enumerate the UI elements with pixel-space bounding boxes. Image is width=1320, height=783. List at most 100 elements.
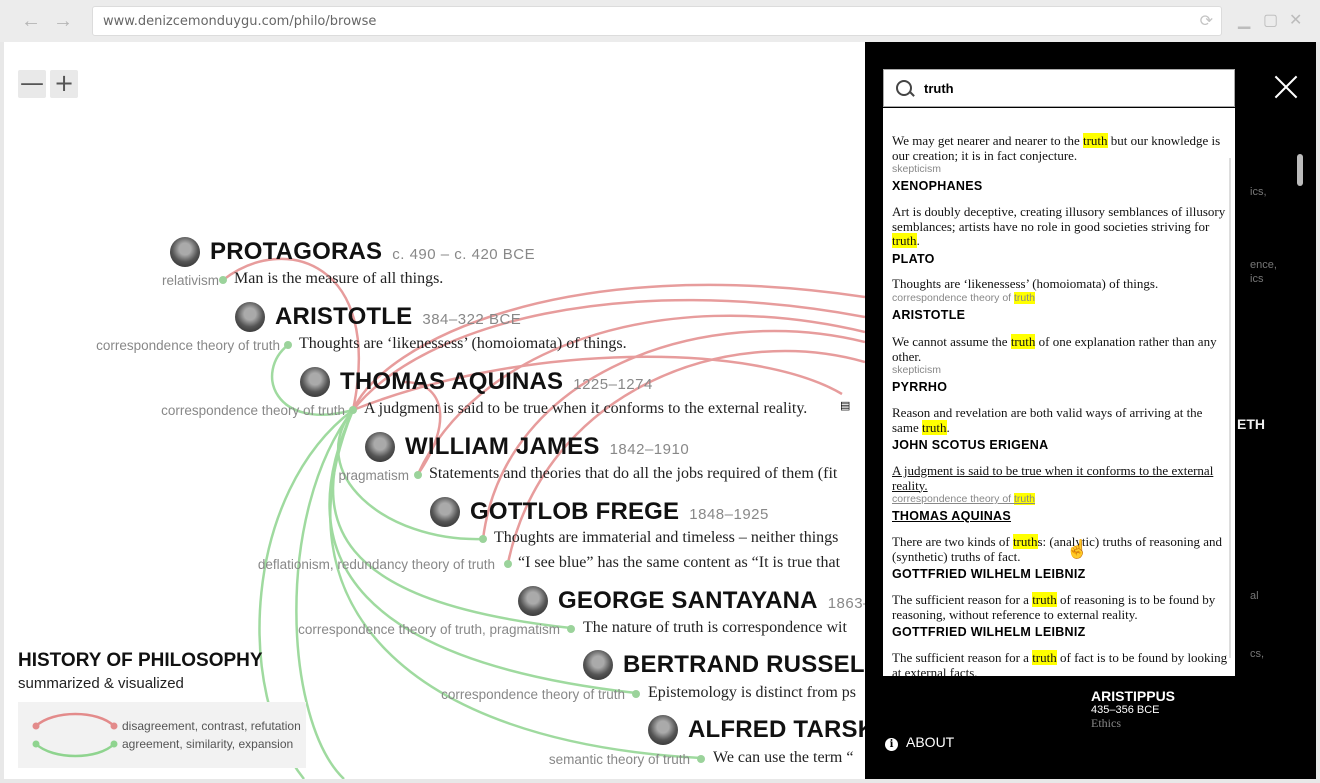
- result-item[interactable]: The sufficient reason for a truth of rea…: [892, 592, 1230, 640]
- philosopher-name: WILLIAM JAMES 1842–1910: [405, 433, 690, 460]
- zoom-in-button[interactable]: +: [50, 70, 78, 98]
- hand-cursor-icon: ☝: [1066, 539, 1089, 559]
- quote-text[interactable]: “I see blue” has the same content as “It…: [518, 554, 840, 572]
- quote-node[interactable]: [349, 406, 357, 414]
- philosopher-dates: c. 490 – c. 420 BCE: [392, 246, 536, 263]
- result-tag: skepticism: [892, 364, 942, 376]
- result-tag: skepticism: [892, 163, 942, 175]
- philosopher-dates: 384–322 BCE: [422, 311, 522, 328]
- philosopher-dates: 1225–1274: [573, 376, 653, 393]
- legend: disagreement, contrast, refutation agree…: [18, 702, 306, 768]
- quote-node[interactable]: [697, 755, 705, 763]
- search-icon: [896, 80, 912, 96]
- info-icon: i: [885, 738, 898, 751]
- book-icon[interactable]: ▤: [840, 399, 850, 412]
- maximize-icon[interactable]: ▢: [1263, 10, 1278, 30]
- quote-node[interactable]: [479, 535, 487, 543]
- quote-text[interactable]: Statements and theories that do all the …: [429, 465, 837, 483]
- avatar: [583, 650, 613, 680]
- avatar: [648, 715, 678, 745]
- search-input[interactable]: truth: [883, 69, 1235, 107]
- quote-tag: correspondence theory of truth: [161, 403, 345, 418]
- forward-arrow-icon[interactable]: →: [52, 10, 74, 32]
- avatar: [365, 432, 395, 462]
- minimize-icon[interactable]: ▁: [1238, 10, 1250, 30]
- background-text: ence,: [1250, 259, 1277, 271]
- panel-scrollbar[interactable]: [1297, 154, 1303, 186]
- legend-agree-label: agreement, similarity, expansion: [122, 737, 294, 751]
- close-window-icon[interactable]: ✕: [1289, 10, 1302, 30]
- quote-node[interactable]: [632, 690, 640, 698]
- result-item-hovered[interactable]: A judgment is said to be true when it co…: [892, 463, 1230, 524]
- philosopher-name: BERTRAND RUSSELL: [623, 651, 880, 678]
- avatar: [170, 237, 200, 267]
- quote-node[interactable]: [567, 625, 575, 633]
- quote-text[interactable]: Man is the measure of all things.: [234, 270, 443, 288]
- site-title[interactable]: HISTORY OF PHILOSOPHY: [18, 650, 263, 672]
- avatar: [430, 497, 460, 527]
- legend-disagree-label: disagreement, contrast, refutation: [122, 719, 301, 733]
- background-text: cs,: [1250, 648, 1265, 660]
- quote-node[interactable]: [504, 560, 512, 568]
- philosopher-name: ALFRED TARSKI: [688, 716, 883, 743]
- result-item[interactable]: Reason and revelation are both valid way…: [892, 405, 1230, 453]
- search-panel: ics, ence, ics ETH al cs, truth We may g…: [865, 42, 1316, 779]
- result-item[interactable]: Art is doubly deceptive, creating illuso…: [892, 204, 1230, 267]
- background-text: ics,: [1250, 186, 1267, 198]
- quote-tag: pragmatism: [338, 468, 409, 483]
- philosopher-name: GEORGE SANTAYANA 1863–19: [558, 587, 890, 614]
- quote-text[interactable]: Thoughts are immaterial and timeless – n…: [494, 529, 838, 547]
- address-bar[interactable]: www.denizcemonduygu.com/philo/browse ⟳: [92, 6, 1222, 36]
- quote-text[interactable]: The nature of truth is correspondence wi…: [583, 619, 847, 637]
- quote-tag: correspondence theory of truth: [96, 338, 280, 353]
- quote-tag: correspondence theory of truth, pragmati…: [298, 622, 560, 637]
- back-arrow-icon[interactable]: ←: [20, 10, 42, 32]
- quote-text[interactable]: Thoughts are ‘likenessess’ (homoiomata) …: [299, 335, 627, 353]
- result-item[interactable]: Thoughts are ‘likenessess’ (homoiomata) …: [892, 276, 1230, 323]
- result-tag: correspondence theory of truth: [892, 291, 1036, 304]
- quote-text[interactable]: Epistemology is distinct from ps: [648, 684, 856, 702]
- quote-text[interactable]: A judgment is said to be true when it co…: [364, 400, 807, 418]
- result-author: JOHN SCOTUS ERIGENA: [892, 438, 1049, 452]
- url-text: www.denizcemonduygu.com/philo/browse: [103, 14, 377, 29]
- avatar: [300, 367, 330, 397]
- philosopher-name: ARISTOTLE 384–322 BCE: [275, 303, 522, 330]
- quote-node[interactable]: [219, 276, 227, 284]
- results-scrollbar[interactable]: [1229, 158, 1231, 658]
- quote-text[interactable]: We can use the term “: [713, 749, 853, 767]
- background-text: al: [1250, 590, 1259, 602]
- result-author: XENOPHANES: [892, 179, 983, 193]
- background-text: ETH: [1237, 416, 1265, 432]
- result-author: GOTTFRIED WILHELM LEIBNIZ: [892, 567, 1086, 581]
- philosopher-aristippus[interactable]: ARISTIPPUS 435–356 BCE Ethics: [1091, 688, 1175, 731]
- browser-chrome: ← → www.denizcemonduygu.com/philo/browse…: [0, 0, 1320, 42]
- result-author: THOMAS AQUINAS: [892, 509, 1012, 523]
- quote-tag: relativism: [161, 273, 219, 288]
- quote-node[interactable]: [414, 471, 422, 479]
- philosopher-name: PROTAGORAS c. 490 – c. 420 BCE: [210, 238, 536, 265]
- result-author: PLATO: [892, 251, 935, 266]
- philosopher-dates: 1848–1925: [689, 506, 769, 523]
- result-item[interactable]: We cannot assume the truth of one explan…: [892, 334, 1230, 395]
- quote-tag: deflationism, redundancy theory of truth: [257, 557, 495, 572]
- reload-icon[interactable]: ⟳: [1200, 11, 1213, 31]
- search-query: truth: [924, 81, 954, 96]
- result-item[interactable]: The sufficient reason for a truth of fac…: [892, 650, 1230, 676]
- avatar: [235, 302, 265, 332]
- zoom-out-button[interactable]: —: [18, 70, 46, 98]
- page-viewport: — + PROTAGORAS c. 490 – c. 420 BCE relati…: [4, 42, 1316, 779]
- result-author: GOTTFRIED WILHELM LEIBNIZ: [892, 625, 1086, 639]
- avatar: [518, 586, 548, 616]
- quote-node[interactable]: [284, 341, 292, 349]
- result-item[interactable]: There are two kinds of truths: (analytic…: [892, 534, 1230, 582]
- about-link[interactable]: i ABOUT: [885, 734, 954, 751]
- result-item[interactable]: We may get nearer and nearer to the trut…: [892, 133, 1230, 194]
- legend-swatches: [32, 712, 118, 758]
- site-subtitle: summarized & visualized: [18, 675, 184, 692]
- philosopher-name: GOTTLOB FREGE 1848–1925: [470, 498, 769, 525]
- search-results: We may get nearer and nearer to the trut…: [883, 108, 1235, 676]
- close-icon[interactable]: [1274, 75, 1298, 99]
- philosopher-dates: 1842–1910: [609, 441, 690, 458]
- result-tag: correspondence theory of truth: [892, 493, 1036, 505]
- philosopher-name: THOMAS AQUINAS 1225–1274: [340, 368, 653, 395]
